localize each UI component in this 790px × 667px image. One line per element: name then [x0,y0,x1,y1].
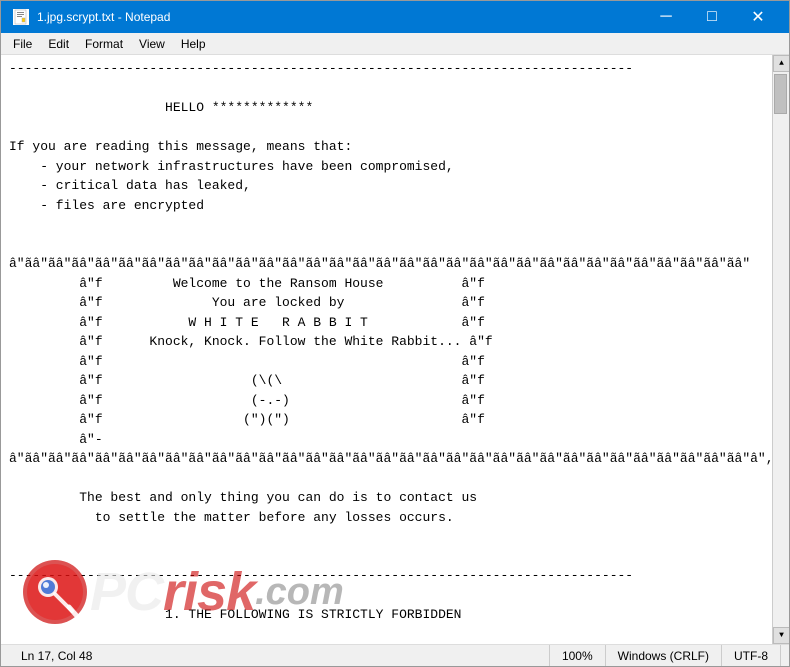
text-content[interactable]: ----------------------------------------… [1,55,772,644]
encoding-text: UTF-8 [734,649,768,663]
close-button[interactable]: ✕ [735,1,781,33]
minimize-button[interactable]: ─ [643,1,689,33]
status-bar: Ln 17, Col 48 100% Windows (CRLF) UTF-8 [1,644,789,666]
status-encoding: UTF-8 [722,645,781,666]
status-zoom: 100% [550,645,606,666]
scroll-thumb[interactable] [774,74,787,114]
notepad-icon [13,9,29,25]
window-title: 1.jpg.scrypt.txt - Notepad [37,10,170,24]
menu-view[interactable]: View [131,35,173,53]
scrollbar[interactable]: ▲ ▼ [772,55,789,644]
title-bar-left: 1.jpg.scrypt.txt - Notepad [13,9,170,25]
maximize-button[interactable]: □ [689,1,735,33]
position-text: Ln 17, Col 48 [21,649,92,663]
scroll-up-button[interactable]: ▲ [773,55,789,72]
content-area: ----------------------------------------… [1,55,789,644]
notepad-window: 1.jpg.scrypt.txt - Notepad ─ □ ✕ File Ed… [0,0,790,667]
status-position: Ln 17, Col 48 [9,645,550,666]
menu-format[interactable]: Format [77,35,131,53]
line-ending-text: Windows (CRLF) [618,649,709,663]
scroll-down-button[interactable]: ▼ [773,627,789,644]
menu-file[interactable]: File [5,35,40,53]
zoom-text: 100% [562,649,593,663]
status-line-ending: Windows (CRLF) [606,645,722,666]
window-controls: ─ □ ✕ [643,1,781,33]
scroll-track[interactable] [773,72,789,627]
menu-edit[interactable]: Edit [40,35,77,53]
menu-bar: File Edit Format View Help [1,33,789,55]
menu-help[interactable]: Help [173,35,214,53]
title-bar: 1.jpg.scrypt.txt - Notepad ─ □ ✕ [1,1,789,33]
